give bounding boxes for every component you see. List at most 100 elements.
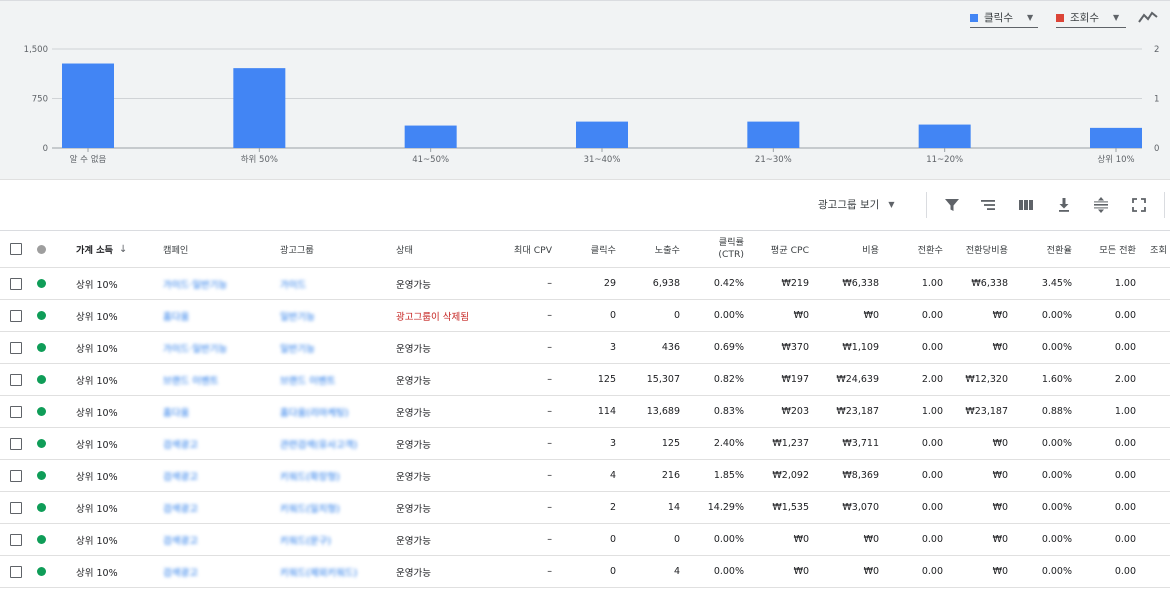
toolbar-divider [926, 192, 927, 218]
adgroup-link[interactable]: 홈다움(리마케팅) [280, 405, 349, 419]
cell-avg-cpc: ₩219 [781, 278, 809, 289]
bar [918, 124, 971, 148]
campaign-link[interactable]: 홈다움 [163, 405, 189, 419]
cell-impressions: 125 [661, 438, 680, 449]
expand-rows-icon[interactable] [1092, 196, 1110, 214]
bar [747, 121, 800, 148]
cell-conv-rate: 0.00% [1041, 470, 1072, 481]
header-adgroup[interactable]: 광고그룹 [280, 231, 385, 267]
header-views[interactable]: 조회 [1150, 231, 1170, 267]
campaign-link[interactable]: 검색광고 [163, 469, 198, 483]
cell-status: 광고그룹이 삭제됨 [396, 311, 469, 323]
x-tick-label: 하위 50% [241, 154, 278, 165]
cell-clicks: 0 [609, 310, 616, 321]
header-clicks[interactable]: 클릭수 [560, 231, 616, 267]
header-conv-rate[interactable]: 전환율 [1015, 231, 1072, 267]
adgroup-link[interactable]: 키워드(문구) [280, 533, 331, 547]
legend-impressions-dropdown[interactable]: 조회수 ▼ [1056, 8, 1126, 28]
row-checkbox[interactable] [10, 428, 24, 459]
chevron-down-icon: ▼ [1112, 13, 1120, 22]
header-income[interactable]: 가계 소득 ↓ [76, 231, 156, 267]
cell-cost-per-conv: ₩12,320 [965, 374, 1008, 385]
cell-impressions: 436 [661, 342, 680, 353]
cell-max-cpv: – [547, 374, 552, 385]
row-checkbox[interactable] [10, 300, 24, 331]
row-checkbox[interactable] [10, 268, 24, 299]
row-checkbox[interactable] [10, 492, 24, 523]
header-max-cpv[interactable]: 최대 CPV [490, 231, 552, 267]
cell-cost: ₩0 [863, 566, 879, 577]
cell-status: 운영가능 [396, 407, 431, 419]
adgroup-link[interactable]: 키워드(확장형) [280, 469, 340, 483]
y-tick-label: 0 [43, 144, 48, 154]
cell-cost: ₩8,369 [842, 470, 879, 481]
sort-down-icon: ↓ [119, 243, 128, 255]
bar [62, 63, 114, 148]
cell-conv-rate: 1.60% [1041, 374, 1072, 385]
cell-conversions: 1.00 [921, 406, 943, 417]
cell-max-cpv: – [547, 310, 552, 321]
cell-status: 운영가능 [396, 439, 431, 451]
cell-avg-cpc: ₩370 [781, 342, 809, 353]
adgroup-link[interactable]: 일반기능 [280, 341, 315, 355]
adgroup-link[interactable]: 키워드(일치형) [280, 501, 340, 515]
table-row: 상위 10% 검색광고 키워드(제외키워드) 운영가능 – 0 4 0.00% ₩0 ₩0 0.00… [0, 556, 1170, 588]
campaign-link[interactable]: 검색광고 [163, 565, 198, 579]
select-all-checkbox[interactable] [10, 231, 24, 267]
header-campaign[interactable]: 캠페인 [163, 231, 273, 267]
view-select-dropdown[interactable]: 광고그룹 보기 ▼ [818, 197, 894, 212]
campaign-link[interactable]: 검색광고 [163, 501, 198, 515]
cell-income: 상위 10% [76, 343, 118, 355]
cell-status: 운영가능 [396, 343, 431, 355]
status-dot [37, 364, 49, 395]
status-dot [37, 556, 49, 587]
cell-avg-cpc: ₩203 [781, 406, 809, 417]
header-ctr[interactable]: 클릭률 (CTR) [690, 231, 744, 267]
segment-icon[interactable] [979, 196, 997, 214]
legend-clicks-label: 클릭수 [984, 12, 1013, 24]
cell-conv-rate: 0.00% [1041, 310, 1072, 321]
row-checkbox[interactable] [10, 332, 24, 363]
cell-ctr: 0.42% [713, 278, 744, 289]
campaign-link[interactable]: 가이드·일반기능 [163, 277, 227, 291]
fullscreen-icon[interactable] [1130, 196, 1148, 214]
adgroup-link[interactable]: 일반기능 [280, 309, 315, 323]
data-table: 가계 소득 ↓ 캠페인 광고그룹 상태 최대 CPV 클릭수 노출수 클릭률 (… [0, 231, 1170, 588]
row-checkbox[interactable] [10, 556, 24, 587]
adgroup-link[interactable]: 관련검색(유사고객) [280, 437, 357, 451]
campaign-link[interactable]: 가이드·일반기능 [163, 341, 227, 355]
cell-all-conv: 1.00 [1114, 278, 1136, 289]
row-checkbox[interactable] [10, 364, 24, 395]
cell-all-conv: 0.00 [1114, 310, 1136, 321]
table-row: 상위 10% 가이드·일반기능 가이드 운영가능 – 29 6,938 0.42% ₩219 ₩6… [0, 268, 1170, 300]
adgroup-link[interactable]: 브랜드 이벤트 [280, 373, 335, 387]
cell-income: 상위 10% [76, 567, 118, 579]
cell-clicks: 2 [609, 502, 616, 513]
trend-line-icon[interactable] [1138, 9, 1158, 25]
header-cost-per-conv[interactable]: 전환당비용 [950, 231, 1008, 267]
filter-icon[interactable] [943, 196, 961, 214]
row-checkbox[interactable] [10, 396, 24, 427]
table-toolbar: 광고그룹 보기 ▼ [0, 180, 1170, 231]
header-impressions[interactable]: 노출수 [622, 231, 680, 267]
legend-clicks-dropdown[interactable]: 클릭수 ▼ [970, 8, 1038, 28]
bar [576, 121, 628, 148]
header-status[interactable]: 상태 [396, 231, 486, 267]
campaign-link[interactable]: 브랜드 이벤트 [163, 373, 218, 387]
columns-icon[interactable] [1017, 196, 1035, 214]
row-checkbox[interactable] [10, 460, 24, 491]
row-checkbox[interactable] [10, 524, 24, 555]
header-conversions[interactable]: 전환수 [886, 231, 943, 267]
campaign-link[interactable]: 검색광고 [163, 533, 198, 547]
cell-income: 상위 10% [76, 375, 118, 387]
header-cost[interactable]: 비용 [816, 231, 879, 267]
header-avg-cpc[interactable]: 평균 CPC [752, 231, 809, 267]
adgroup-link[interactable]: 키워드(제외키워드) [280, 565, 357, 579]
cell-all-conv: 0.00 [1114, 534, 1136, 545]
campaign-link[interactable]: 홈다움 [163, 309, 189, 323]
campaign-link[interactable]: 검색광고 [163, 437, 198, 451]
adgroup-link[interactable]: 가이드 [280, 277, 306, 291]
cell-cost-per-conv: ₩0 [992, 502, 1008, 513]
header-all-conv[interactable]: 모든 전환 [1080, 231, 1136, 267]
download-icon[interactable] [1055, 196, 1073, 214]
